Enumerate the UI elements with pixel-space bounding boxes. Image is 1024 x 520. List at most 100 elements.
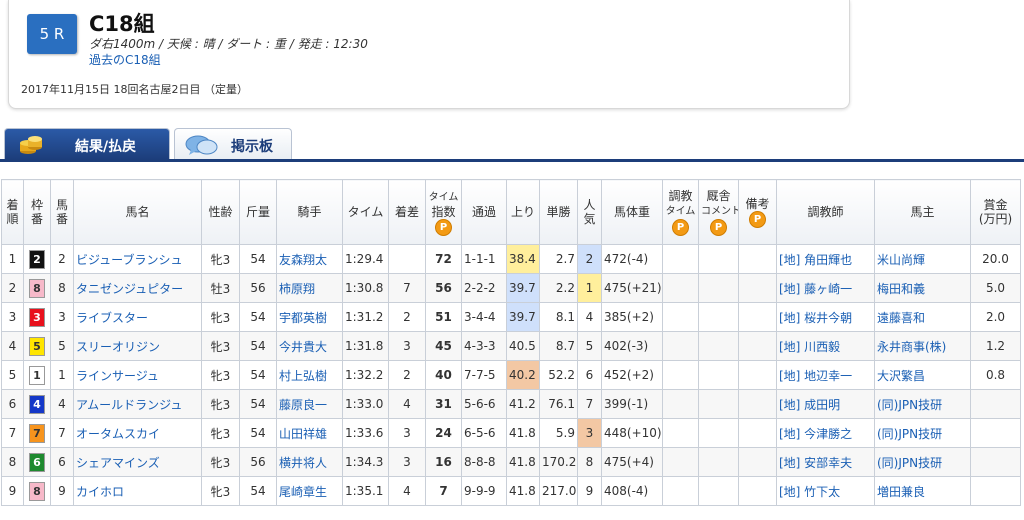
premium-p-icon[interactable]: P xyxy=(435,218,452,236)
horse-name-link[interactable]: ライブスター xyxy=(73,302,202,332)
owner-link[interactable]: 米山尚輝 xyxy=(874,244,971,274)
horse-name-link[interactable]: シェアマインズ xyxy=(73,447,202,477)
trainer-link[interactable]: [地] 川西毅 xyxy=(776,331,875,361)
col-umaban[interactable]: 馬番 xyxy=(50,179,74,245)
col-rank[interactable]: 着順 xyxy=(1,179,24,245)
umaban-cell: 3 xyxy=(50,302,74,332)
results-header-row: 着順 枠番 馬番 馬名 性齢 斤量 騎手 タイム 着差 タイム 指数 P 通過 上り… xyxy=(1,179,1021,245)
col-horse[interactable]: 馬名 xyxy=(73,179,202,245)
margin-cell: 3 xyxy=(388,418,426,448)
col-body-weight[interactable]: 馬体重 xyxy=(601,179,663,245)
owner-link[interactable]: (同)JPN技研 xyxy=(874,447,971,477)
jockey-link[interactable]: 柿原翔 xyxy=(276,273,343,303)
tab-results[interactable]: 結果/払戻 xyxy=(4,128,170,160)
owner-link[interactable]: (同)JPN技研 xyxy=(874,389,971,419)
col-waku[interactable]: 枠番 xyxy=(23,179,51,245)
horse-name-link[interactable]: ビジューブランシュ xyxy=(73,244,202,274)
trainer-link[interactable]: [地] 桜井今朝 xyxy=(776,302,875,332)
training-time-cell xyxy=(662,389,699,419)
jockey-link[interactable]: 今井貴大 xyxy=(276,331,343,361)
trainer-link[interactable]: [地] 成田明 xyxy=(776,389,875,419)
remarks-cell xyxy=(738,244,777,274)
waku-badge: 8 xyxy=(29,278,45,298)
weight-cell: 56 xyxy=(239,447,277,477)
col-passing[interactable]: 通過 xyxy=(461,179,507,245)
last3f-cell: 41.8 xyxy=(506,476,540,506)
stable-comment-cell xyxy=(698,476,739,506)
time-cell: 1:30.8 xyxy=(342,273,389,303)
popularity-cell: 6 xyxy=(577,360,602,390)
odds-cell: 170.2 xyxy=(539,447,578,477)
col-last3f[interactable]: 上り xyxy=(506,179,540,245)
speech-bubble-icon xyxy=(185,135,218,155)
trainer-link[interactable]: [地] 安部幸夫 xyxy=(776,447,875,477)
sex-age-cell: 牝3 xyxy=(201,360,240,390)
premium-p-icon[interactable]: P xyxy=(749,210,766,228)
horse-name-link[interactable]: ラインサージュ xyxy=(73,360,202,390)
trainer-link[interactable]: [地] 今津勝之 xyxy=(776,418,875,448)
past-races-link[interactable]: 過去のC18組 xyxy=(89,51,161,68)
margin-cell: 3 xyxy=(388,447,426,477)
premium-p-icon[interactable]: P xyxy=(672,218,689,236)
last3f-cell: 40.2 xyxy=(506,360,540,390)
col-sex-age[interactable]: 性齢 xyxy=(201,179,240,245)
umaban-cell: 1 xyxy=(50,360,74,390)
waku-badge: 1 xyxy=(29,365,45,385)
table-row: 9 8 9 カイホロ 牝3 54 尾崎章生 1:35.1 4 7 9-9-9 41.8 217.0 9 40… xyxy=(1,476,1021,506)
col-odds[interactable]: 単勝 xyxy=(539,179,578,245)
sex-age-cell: 牝3 xyxy=(201,302,240,332)
col-jockey[interactable]: 騎手 xyxy=(276,179,343,245)
col-time-index[interactable]: タイム 指数 P xyxy=(425,179,462,245)
col-time[interactable]: タイム xyxy=(342,179,389,245)
col-training-time[interactable]: 調教 タイム P xyxy=(662,179,699,245)
jockey-link[interactable]: 宇都英樹 xyxy=(276,302,343,332)
owner-link[interactable]: (同)JPN技研 xyxy=(874,418,971,448)
jockey-link[interactable]: 尾崎章生 xyxy=(276,476,343,506)
time-index-cell: 40 xyxy=(425,360,462,390)
owner-link[interactable]: 大沢繁昌 xyxy=(874,360,971,390)
stable-comment-cell xyxy=(698,418,739,448)
waku-badge: 8 xyxy=(29,481,45,501)
premium-p-icon[interactable]: P xyxy=(710,218,727,236)
col-remarks[interactable]: 備考 P xyxy=(738,179,777,245)
odds-cell: 8.1 xyxy=(539,302,578,332)
owner-link[interactable]: 増田兼良 xyxy=(874,476,971,506)
trainer-link[interactable]: [地] 藤ヶ崎一 xyxy=(776,273,875,303)
popularity-cell: 1 xyxy=(577,273,602,303)
results-body: 1 2 2 ビジューブランシュ 牝3 54 友森翔太 1:29.4 72 1-1-1 38.4 2.7… xyxy=(1,244,1021,506)
jockey-link[interactable]: 村上弘樹 xyxy=(276,360,343,390)
col-prize[interactable]: 賞金 (万円) xyxy=(970,179,1021,245)
table-row: 6 4 4 アムールドランジュ 牝3 54 藤原良一 1:33.0 4 31 5-6-6 41.2 76… xyxy=(1,389,1021,419)
horse-name-link[interactable]: オータムスカイ xyxy=(73,418,202,448)
col-trainer[interactable]: 調教師 xyxy=(776,179,875,245)
jockey-link[interactable]: 藤原良一 xyxy=(276,389,343,419)
passing-cell: 6-5-6 xyxy=(461,418,507,448)
trainer-link[interactable]: [地] 竹下太 xyxy=(776,476,875,506)
horse-name-link[interactable]: カイホロ xyxy=(73,476,202,506)
last3f-cell: 41.8 xyxy=(506,447,540,477)
umaban-cell: 7 xyxy=(50,418,74,448)
owner-link[interactable]: 梅田和義 xyxy=(874,273,971,303)
remarks-cell xyxy=(738,418,777,448)
col-owner[interactable]: 馬主 xyxy=(874,179,971,245)
jockey-link[interactable]: 横井将人 xyxy=(276,447,343,477)
time-index-cell: 51 xyxy=(425,302,462,332)
col-popularity[interactable]: 人気 xyxy=(577,179,602,245)
horse-name-link[interactable]: アムールドランジュ xyxy=(73,389,202,419)
horse-name-link[interactable]: タニゼンジュピター xyxy=(73,273,202,303)
trainer-link[interactable]: [地] 地辺幸一 xyxy=(776,360,875,390)
margin-cell: 3 xyxy=(388,331,426,361)
time-index-cell: 56 xyxy=(425,273,462,303)
horse-name-link[interactable]: スリーオリジン xyxy=(73,331,202,361)
trainer-link[interactable]: [地] 角田輝也 xyxy=(776,244,875,274)
jockey-link[interactable]: 山田祥雄 xyxy=(276,418,343,448)
col-margin[interactable]: 着差 xyxy=(388,179,426,245)
owner-link[interactable]: 永井商事(株) xyxy=(874,331,971,361)
stable-comment-cell xyxy=(698,389,739,419)
tab-board[interactable]: 掲示板 xyxy=(174,128,292,160)
table-row: 4 5 5 スリーオリジン 牝3 54 今井貴大 1:31.8 3 45 4-3-3 40.5 8.7 5… xyxy=(1,331,1021,361)
col-stable-comment[interactable]: 厩舎 コメント P xyxy=(698,179,739,245)
jockey-link[interactable]: 友森翔太 xyxy=(276,244,343,274)
col-weight[interactable]: 斤量 xyxy=(239,179,277,245)
owner-link[interactable]: 遠藤喜和 xyxy=(874,302,971,332)
